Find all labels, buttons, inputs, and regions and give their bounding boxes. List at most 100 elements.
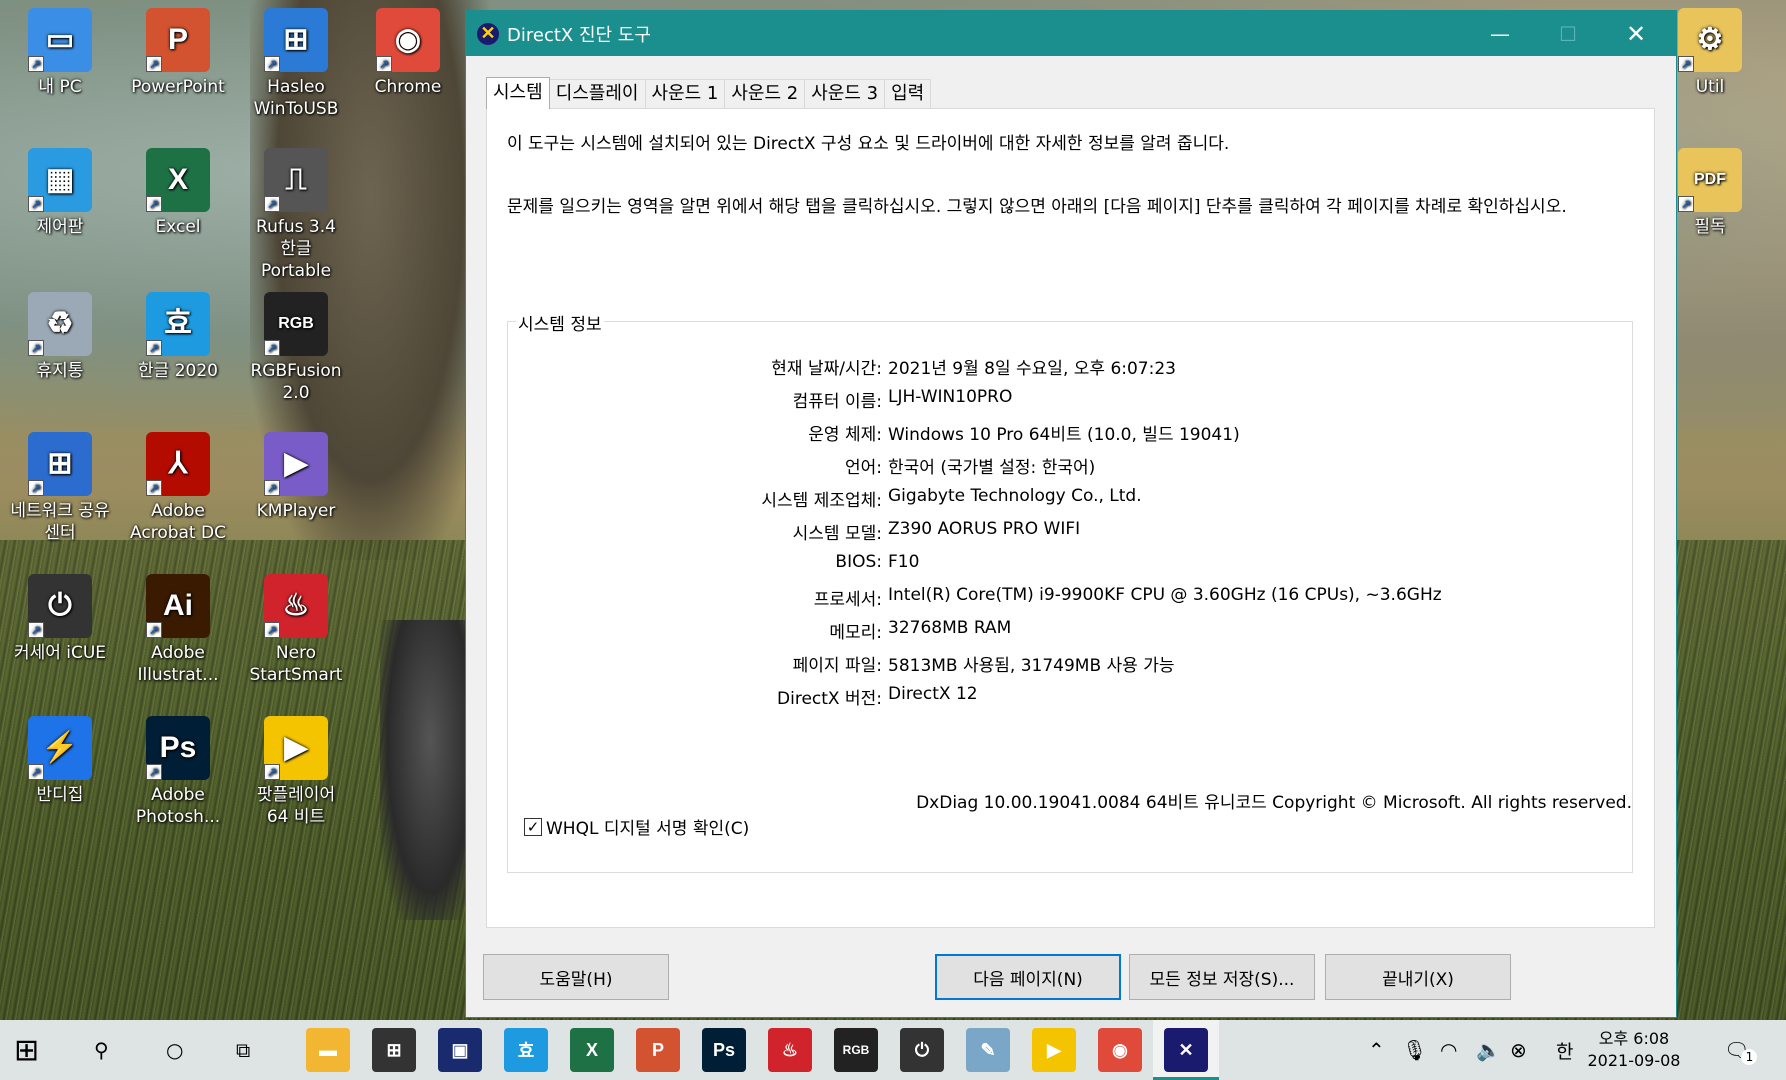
info-row: 현재 날짜/시간: 2021년 9월 8일 수요일, 오후 6:07:23 [508, 354, 1634, 382]
ime-indicator[interactable]: 한 [1556, 1020, 1573, 1080]
save-all-info-button[interactable]: 모든 정보 저장(S)... [1129, 954, 1315, 1000]
desktop-icon[interactable]: ◉ ↗ Chrome [356, 8, 460, 98]
cortana-button[interactable]: ○ [166, 1020, 183, 1080]
desktop-icon[interactable]: ▭ ↗ 내 PC [8, 8, 112, 98]
desktop-icon-label: 내 PC [38, 77, 82, 97]
desktop-icon-label: RGBFusion 2.0 [250, 361, 342, 403]
help-button[interactable]: 도움말(H) [483, 954, 669, 1000]
desktop-icon-label: Adobe Photosh... [135, 785, 221, 827]
shortcut-arrow-icon: ↗ [146, 480, 162, 496]
version-copyright-text: DxDiag 10.00.19041.0084 64비트 유니코드 Copyri… [916, 793, 1632, 813]
tab-input[interactable]: 입력 [884, 79, 932, 109]
taskbar-app-rgbfusion[interactable]: RGB [834, 1028, 878, 1072]
tab-system[interactable]: 시스템 [486, 77, 550, 109]
app-icon: ⏻ ↗ [28, 574, 92, 638]
next-page-button[interactable]: 다음 페이지(N) [935, 954, 1121, 1000]
desktop-icon[interactable]: Ps ↗ Adobe Photosh... [126, 716, 230, 828]
taskbar-app-app-window[interactable]: ▣ [438, 1028, 482, 1072]
maximize-icon: ☐ [1559, 21, 1577, 46]
volume-tray[interactable]: 🔈 [1476, 1020, 1501, 1080]
taskbar-clock[interactable]: 오후 6:08 2021-09-08 [1584, 1028, 1684, 1072]
microphone-tray[interactable]: 🎙 [1402, 1020, 1427, 1080]
app-icon: ⚙ ↗ [1678, 8, 1742, 72]
desktop-icon-label: KMPlayer [256, 501, 336, 521]
taskbar-app-powerpoint[interactable]: P [636, 1028, 680, 1072]
search-icon: ⚲ [94, 1038, 109, 1062]
desktop-icon-label: Chrome [374, 77, 442, 97]
info-value: Z390 AORUS PRO WIFI [888, 519, 1081, 539]
taskbar-app-potplayer[interactable]: ▶ [1032, 1028, 1076, 1072]
chevron-up-icon: ⌃ [1368, 1038, 1385, 1062]
desktop-icon[interactable]: ⚡ ↗ 반디집 [8, 716, 112, 806]
desktop-icon-label: 커세어 iCUE [13, 643, 107, 663]
exit-button[interactable]: 끝내기(X) [1325, 954, 1511, 1000]
desktop-icon[interactable]: ▶ ↗ KMPlayer [244, 432, 348, 522]
app-icon: ▶ ↗ [264, 432, 328, 496]
desktop-icon-label: Nero StartSmart [249, 643, 343, 685]
app-icon: PDF ↗ [1678, 148, 1742, 212]
desktop-icon[interactable]: ⊞ ↗ 네트워크 공유 센터 [8, 432, 112, 544]
info-label: 컴퓨터 이름: [792, 392, 882, 412]
taskbar-app-notepad[interactable]: ✎ [966, 1028, 1010, 1072]
info-label: 시스템 제조업체: [761, 491, 882, 511]
task-view-icon: ⧉ [236, 1038, 251, 1062]
info-row: 메모리: 32768MB RAM [508, 618, 1634, 646]
taskbar-app-photoshop[interactable]: Ps [702, 1028, 746, 1072]
shortcut-arrow-icon: ↗ [1678, 196, 1694, 212]
info-value: 5813MB 사용됨, 31749MB 사용 가능 [888, 656, 1175, 676]
app-icon: ▶ ↗ [264, 716, 328, 780]
whql-checkbox[interactable]: ✓ [524, 817, 542, 836]
app-icon: ⊞ ↗ [264, 8, 328, 72]
desktop-icon[interactable]: Ai ↗ Adobe Illustrat... [126, 574, 230, 686]
taskbar-app-excel[interactable]: X [570, 1028, 614, 1072]
search-button[interactable]: ⚲ [94, 1020, 109, 1080]
tab-sound-3[interactable]: 사운드 3 [804, 79, 886, 109]
desktop-icon[interactable]: ♻ ↗ 휴지통 [8, 292, 112, 382]
info-value: LJH-WIN10PRO [888, 387, 1013, 407]
show-hidden-icons-button[interactable]: ⌃ [1368, 1020, 1385, 1080]
shortcut-arrow-icon: ↗ [264, 764, 280, 780]
network-tray[interactable]: ◠ [1440, 1020, 1457, 1080]
clock-date: 2021-09-08 [1587, 1051, 1681, 1070]
desktop-icon[interactable]: ♨ ↗ Nero StartSmart [244, 574, 348, 686]
start-button[interactable]: ⊞ [14, 1020, 39, 1080]
info-value: DirectX 12 [888, 684, 978, 704]
tab-sound-2[interactable]: 사운드 2 [724, 79, 806, 109]
minimize-button[interactable]: — [1466, 11, 1534, 56]
desktop-icon[interactable]: X ↗ Excel [126, 148, 230, 238]
taskbar-app-hangul[interactable]: 효 [504, 1028, 548, 1072]
taskbar-app-nero[interactable]: ♨ [768, 1028, 812, 1072]
maximize-button[interactable]: ☐ [1534, 11, 1602, 56]
tab-display[interactable]: 디스플레이 [548, 79, 646, 109]
desktop-icon[interactable]: ⏻ ↗ 커세어 iCUE [8, 574, 112, 664]
taskbar-app-icue[interactable]: ⏻ [900, 1028, 944, 1072]
taskbar-app-file-explorer[interactable]: ▬ [306, 1028, 350, 1072]
app-icon: P ↗ [146, 8, 210, 72]
task-view-button[interactable]: ⧉ [236, 1020, 250, 1080]
info-row: 언어: 한국어 (국가별 설정: 한국어) [508, 453, 1634, 481]
dxdiag-window: ✕ DirectX 진단 도구 — ☐ ✕ 시스템 디스플레이 사운드 1 사운… [465, 10, 1677, 1018]
taskbar-app-store[interactable]: ⊞ [372, 1028, 416, 1072]
desktop-icon[interactable]: ⎍ ↗ Rufus 3.4 한글 Portable [244, 148, 348, 282]
action-center-button[interactable]: 🗨 1 [1724, 1020, 1758, 1080]
close-button[interactable]: ✕ [1602, 11, 1670, 56]
info-value: 한국어 (국가별 설정: 한국어) [888, 458, 1096, 478]
desktop-icon[interactable]: ⊞ ↗ Hasleo WinToUSB [244, 8, 348, 120]
desktop-icon[interactable]: ▦ ↗ 제어판 [8, 148, 112, 238]
clock-time: 오후 6:08 [1598, 1029, 1670, 1048]
desktop-icon[interactable]: P ↗ PowerPoint [126, 8, 230, 98]
whql-checkbox-row[interactable]: ✓ WHQL 디지털 서명 확인(C) [524, 814, 749, 839]
desktop-icon[interactable]: ▶ ↗ 팟플레이어 64 비트 [244, 716, 348, 828]
desktop-icon[interactable]: ⅄ ↗ Adobe Acrobat DC [126, 432, 230, 544]
taskbar-app-chrome[interactable]: ◉ [1098, 1028, 1142, 1072]
tab-strip: 시스템 디스플레이 사운드 1 사운드 2 사운드 3 입력 [486, 77, 932, 109]
taskbar-app-dxdiag[interactable]: ✕ [1164, 1028, 1208, 1072]
desktop-icon[interactable]: 효 ↗ 한글 2020 [126, 292, 230, 382]
info-label: 시스템 모델: [792, 524, 882, 544]
status-tray[interactable]: ⊗ [1510, 1020, 1527, 1080]
desktop-icon[interactable]: RGB ↗ RGBFusion 2.0 [244, 292, 348, 404]
title-bar[interactable]: ✕ DirectX 진단 도구 — ☐ ✕ [466, 11, 1676, 56]
tab-sound-1[interactable]: 사운드 1 [644, 79, 726, 109]
app-icon: Ai ↗ [146, 574, 210, 638]
cortana-circle-icon: ○ [166, 1038, 184, 1062]
